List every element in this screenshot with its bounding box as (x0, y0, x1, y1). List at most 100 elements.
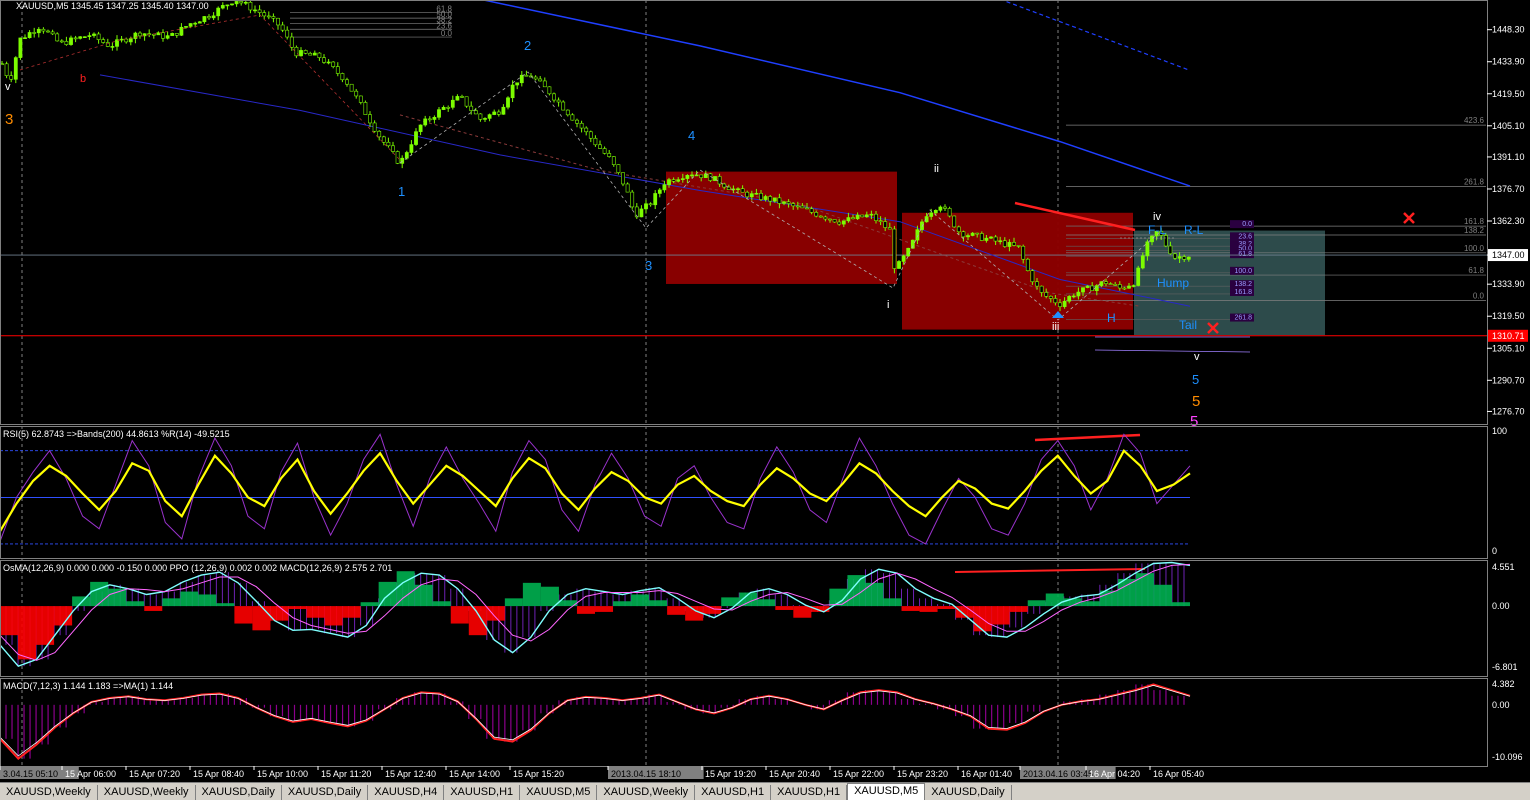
candle-body (570, 114, 575, 121)
candle-body (262, 12, 267, 17)
price-tick-label: 1276.70 (1492, 406, 1525, 416)
time-tick-label: 15 Apr 23:20 (897, 769, 948, 779)
time-tick-label: 15 Apr 20:40 (769, 769, 820, 779)
candle-body (607, 153, 612, 157)
candle-body (308, 53, 313, 56)
time-tick-label: 2013.04.16 03:45 (1023, 769, 1093, 779)
tab-chart-active[interactable]: XAUUSD,M5 (847, 783, 926, 800)
price-tick-label: 1376.70 (1492, 184, 1525, 194)
tab-chart[interactable]: XAUUSD,H1 (771, 785, 848, 800)
candle-body (423, 118, 428, 126)
osma-bar (1081, 601, 1100, 607)
candle-body (216, 7, 221, 17)
candle-body (276, 17, 280, 26)
candle-body (846, 217, 851, 222)
candle-body (450, 99, 455, 108)
candle-body (312, 52, 317, 56)
tab-chart[interactable]: XAUUSD,Weekly (0, 785, 98, 800)
tab-chart[interactable]: XAUUSD,H1 (444, 785, 521, 800)
candle-body (441, 107, 446, 110)
candle-body (915, 229, 920, 241)
candle-body (4, 63, 9, 76)
candle-body (611, 156, 616, 165)
candle-body (473, 110, 478, 115)
candle-body (496, 111, 501, 115)
candle-body (1025, 258, 1030, 271)
price-tick-label: 1305.10 (1492, 343, 1525, 353)
rsi-tick-label: 100 (1492, 426, 1507, 436)
wave-label: v (5, 81, 11, 93)
candle-body (225, 4, 230, 7)
candle-body (1186, 256, 1191, 260)
candle-body (1030, 270, 1035, 283)
osma-bar (324, 606, 343, 626)
osma-bar (703, 606, 722, 614)
candle-body (92, 33, 96, 36)
chart-tab-bar: XAUUSD,Weekly XAUUSD,Weekly XAUUSD,Daily… (0, 782, 1530, 800)
candle-body (317, 52, 322, 58)
osma-bar (360, 602, 379, 607)
wave-label: 5 (1190, 413, 1198, 430)
wave-label: i (887, 299, 889, 311)
candle-body (892, 228, 897, 269)
tab-chart[interactable]: XAUUSD,M5 (520, 785, 598, 800)
candle-body (625, 183, 630, 193)
candle-body (1021, 245, 1026, 260)
fib-label: 23.6 (1238, 233, 1252, 240)
candle-body (331, 61, 336, 67)
fib-label: 261.8 (1234, 315, 1252, 322)
osma-tick-label: 4.551 (1492, 562, 1515, 572)
osma-bar (595, 606, 614, 612)
candle-body (841, 220, 846, 225)
candle-body (377, 130, 382, 138)
tab-chart[interactable]: XAUUSD,H4 (368, 785, 445, 800)
wave-label: 2 (524, 38, 531, 53)
candle-body (864, 214, 869, 218)
osma-bar (955, 606, 974, 618)
candle-body (1062, 300, 1067, 307)
candle-body (887, 227, 892, 230)
wave-label: 1 (398, 184, 405, 199)
candle-body (59, 40, 64, 43)
candle-body (588, 131, 593, 139)
candle-body (248, 1, 253, 11)
tab-chart[interactable]: XAUUSD,Daily (925, 785, 1012, 800)
time-tick-label: 15 Apr 06:00 (65, 769, 116, 779)
candle-body (1117, 284, 1122, 289)
candle-body (786, 201, 791, 204)
candle-body (36, 28, 41, 34)
osma-bar (468, 606, 487, 636)
symbol-header: XAUUSD,M5 1345.45 1347.25 1345.40 1347.0… (16, 1, 209, 11)
osma-bar (450, 606, 469, 624)
candle-body (906, 247, 911, 257)
candle-body (616, 164, 621, 173)
candle-body (1131, 285, 1136, 287)
candle-body (579, 122, 584, 129)
tab-chart[interactable]: XAUUSD,H1 (695, 785, 772, 800)
macd-tick-label: 4.382 (1492, 679, 1515, 689)
chart-area[interactable]: 423.6261.8161.8138.2100.061.80.061.850.0… (0, 0, 1530, 782)
candle-body (749, 193, 754, 198)
candle-body (280, 24, 285, 31)
candle-body (1163, 235, 1168, 247)
tab-chart[interactable]: XAUUSD,Weekly (597, 785, 696, 800)
candle-body (947, 208, 952, 217)
candle-body (285, 29, 290, 38)
candle-body (685, 175, 690, 179)
candle-body (266, 15, 271, 18)
candle-body (501, 106, 506, 115)
candle-body (128, 38, 133, 43)
wave-label: R-L (1184, 223, 1204, 237)
candle-body (768, 196, 773, 202)
candle-body (207, 16, 211, 19)
candle-body (243, 1, 248, 4)
tab-chart[interactable]: XAUUSD,Daily (282, 785, 369, 800)
time-tick-label: 15 Apr 08:40 (193, 769, 244, 779)
candle-body (1048, 295, 1053, 299)
tab-chart[interactable]: XAUUSD,Daily (196, 785, 282, 800)
wave-label: 3 (645, 258, 652, 273)
osma-bar (1009, 606, 1028, 612)
fib-label: 423.6 (1464, 116, 1485, 125)
candle-body (354, 90, 359, 97)
tab-chart[interactable]: XAUUSD,Weekly (98, 785, 196, 800)
